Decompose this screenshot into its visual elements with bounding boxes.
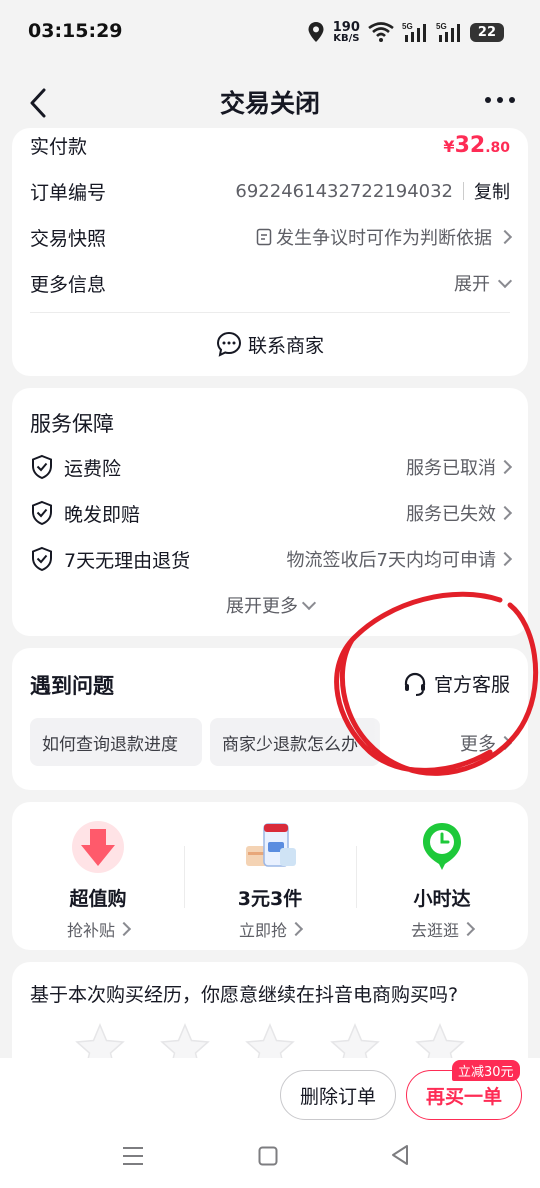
document-icon <box>256 228 272 246</box>
chevron-right-icon <box>116 921 132 937</box>
clock-pin-icon <box>423 823 461 870</box>
wifi-icon <box>368 22 394 42</box>
nav-bar-mask <box>0 64 540 136</box>
official-service-label: 官方客服 <box>433 674 510 696</box>
chevron-down-icon <box>301 595 317 611</box>
cellular-signal-1-icon: 5G <box>402 22 426 42</box>
contact-merchant-button[interactable]: 联系商家 <box>12 328 528 360</box>
home-square-icon[interactable] <box>258 1146 278 1166</box>
promo-name: 超值购 <box>69 888 127 910</box>
promo-name: 小时达 <box>413 888 471 910</box>
more-info-value: 展开 <box>454 274 490 295</box>
question-chip[interactable]: 商家少退款怎么办 <box>210 718 380 766</box>
paid-amount: ¥32.80 <box>443 133 510 158</box>
chat-bubble-icon <box>216 331 241 357</box>
service-item-status: 服务已失效 <box>406 504 496 525</box>
bottom-action-bar: 删除订单 再买一单 立减30元 <box>0 1058 540 1188</box>
delete-order-button[interactable]: 删除订单 <box>280 1070 396 1120</box>
shield-check-icon <box>32 546 52 572</box>
speed-unit: KB/S <box>333 32 360 44</box>
promo-sub: 抢补贴 <box>66 921 115 940</box>
chevron-right-icon <box>497 551 513 567</box>
chevron-right-icon <box>497 505 513 521</box>
snapshot-value: 发生争议时可作为判断依据 <box>276 228 492 249</box>
divider <box>30 312 510 313</box>
issues-card: 遇到问题 官方客服 如何查询退款进度 商家少退款怎么办 更多 <box>12 648 528 790</box>
more-questions-button[interactable]: 更多 <box>460 730 513 756</box>
contact-merchant-label: 联系商家 <box>247 334 324 357</box>
service-item-label: 7天无理由退货 <box>64 549 191 572</box>
question-chip[interactable]: 如何查询退款进度 <box>30 718 202 766</box>
rebuy-discount-badge: 立减30元 <box>452 1060 520 1081</box>
chevron-right-icon <box>497 735 513 751</box>
paid-int: 32 <box>454 132 486 158</box>
promo-sub: 去逛逛 <box>410 921 459 940</box>
more-questions-label: 更多 <box>460 734 496 755</box>
promo-item[interactable]: 3元3件 立即抢 <box>184 820 356 941</box>
chip-fade <box>372 716 452 768</box>
status-time: 03:15:29 <box>28 20 123 42</box>
cellular-signal-2-icon: 5G <box>436 22 460 42</box>
menu-icon[interactable] <box>122 1146 144 1166</box>
net1-text: 5G <box>402 22 413 31</box>
promo-item[interactable]: 超值购 抢补贴 <box>12 820 184 941</box>
location-icon <box>308 22 324 42</box>
order-number-row: 订单编号 6922461432722194032 复制 <box>30 176 510 206</box>
order-info-card: 实付款 ¥32.80 订单编号 6922461432722194032 复制 交易… <box>12 128 528 376</box>
shield-check-icon <box>32 454 52 480</box>
shield-check-icon <box>32 500 52 526</box>
currency-symbol: ¥ <box>443 136 455 156</box>
chevron-right-icon <box>497 459 513 475</box>
survey-question: 基于本次购买经历，你愿意继续在抖音电商购买吗? <box>30 984 459 1006</box>
product-bundle-icon <box>246 823 296 867</box>
service-item-status: 物流签收后7天内均可申请 <box>286 550 496 571</box>
promo-card: 超值购 抢补贴 3元3件 立即抢 小时达 去逛逛 <box>12 802 528 950</box>
snapshot-row[interactable]: 交易快照 发生争议时可作为判断依据 <box>30 222 513 252</box>
order-number-label: 订单编号 <box>30 181 107 204</box>
official-service-button[interactable]: 官方客服 <box>402 670 510 697</box>
service-title: 服务保障 <box>30 412 114 436</box>
service-item-label: 晚发即赔 <box>64 503 141 526</box>
chevron-right-icon <box>460 921 476 937</box>
network-speed: 190 KB/S <box>333 21 360 44</box>
service-item-status: 服务已取消 <box>406 458 496 479</box>
status-icons: 190 KB/S 5G 5G 22 <box>307 18 504 46</box>
net2-text: 5G <box>436 22 447 31</box>
service-item[interactable]: 晚发即赔 服务已失效 <box>30 498 513 528</box>
battery-indicator: 22 <box>469 22 504 42</box>
chevron-right-icon <box>497 229 513 245</box>
promo-name: 3元3件 <box>237 888 303 910</box>
service-item[interactable]: 7天无理由退货 物流签收后7天内均可申请 <box>30 544 513 574</box>
headset-icon <box>404 672 426 696</box>
chevron-right-icon <box>288 921 304 937</box>
service-item[interactable]: 运费险 服务已取消 <box>30 452 513 482</box>
copy-divider <box>463 182 464 200</box>
service-guarantee-card: 服务保障 运费险 服务已取消 晚发即赔 服务已失效 7天无理由退货 物流签收后7… <box>12 388 528 636</box>
service-item-label: 运费险 <box>64 457 122 480</box>
paid-dec: .80 <box>485 139 510 156</box>
status-bar: 03:15:29 190 KB/S 5G 5G 22 <box>0 0 540 64</box>
more-info-row[interactable]: 更多信息 展开 <box>30 268 513 298</box>
promo-item[interactable]: 小时达 去逛逛 <box>356 820 528 941</box>
expand-more-label: 展开更多 <box>226 596 298 617</box>
chevron-down-icon <box>497 273 513 289</box>
issues-title: 遇到问题 <box>30 674 114 698</box>
order-number: 6922461432722194032 <box>235 180 453 202</box>
snapshot-label: 交易快照 <box>30 227 107 250</box>
promo-sub: 立即抢 <box>238 921 287 940</box>
copy-button[interactable]: 复制 <box>474 178 510 204</box>
expand-more-button[interactable]: 展开更多 <box>12 592 528 618</box>
down-arrow-deal-icon <box>72 821 124 873</box>
more-info-label: 更多信息 <box>30 273 107 296</box>
back-triangle-icon[interactable] <box>390 1144 410 1166</box>
